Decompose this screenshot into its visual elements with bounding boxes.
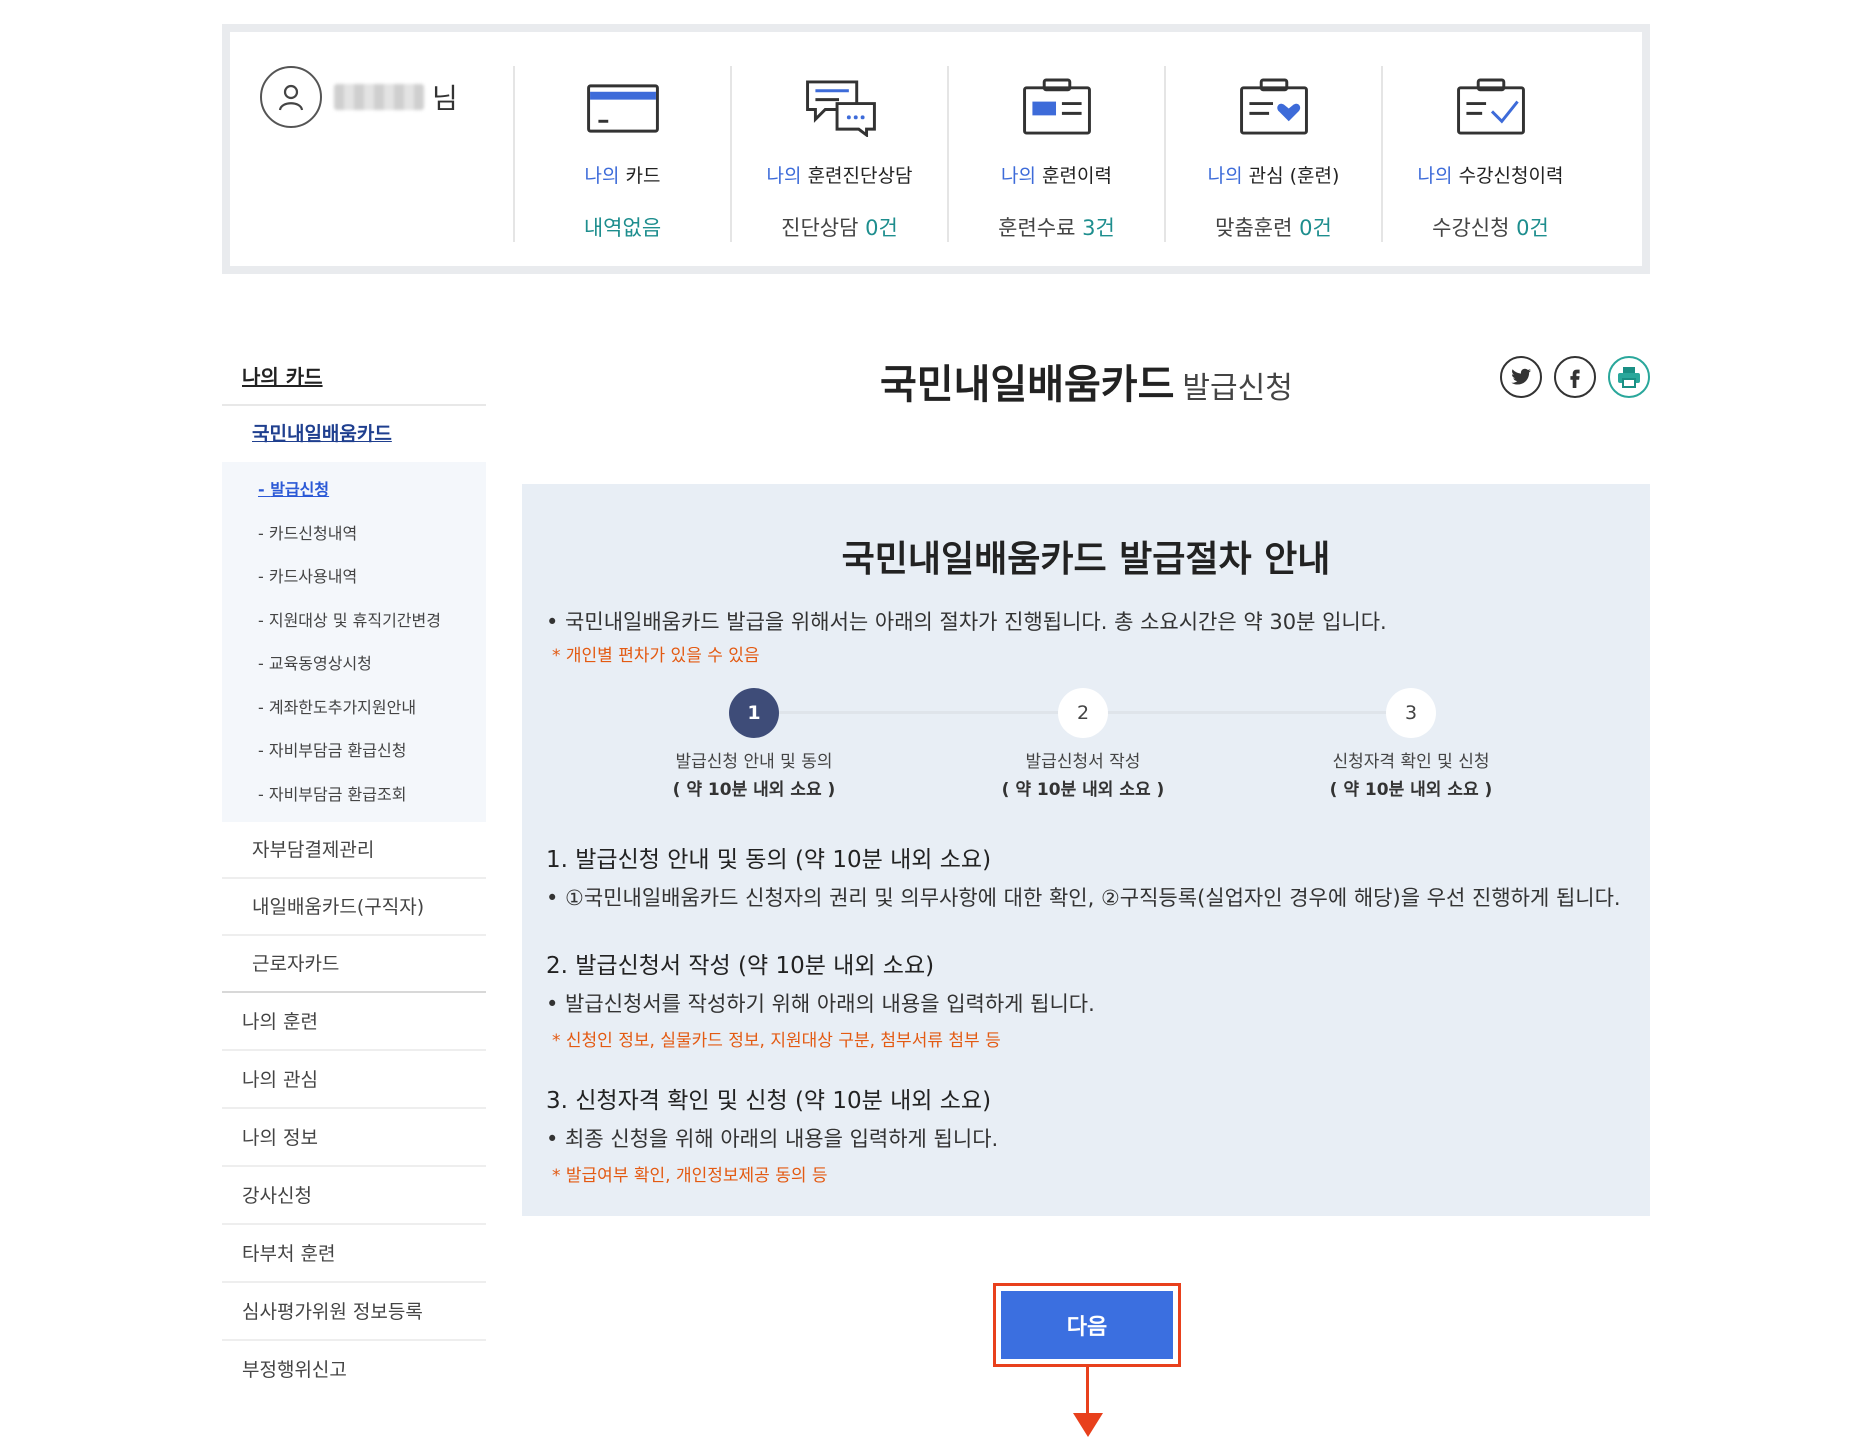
lnb-item-evaluator-register[interactable]: 심사평가위원 정보등록 (222, 1283, 486, 1341)
lnb-item-my-info[interactable]: 나의 정보 (222, 1109, 486, 1167)
annotation-arrow-line (1086, 1367, 1089, 1415)
issue-guide-panel: 국민내일배움카드 발급절차 안내 • 국민내일배움카드 발급을 위해서는 아래의… (522, 484, 1650, 1216)
stat-label: 나의 훈련이력 (1001, 165, 1112, 187)
page-title: 국민내일배움카드 발급신청 (880, 362, 1293, 408)
lnb-item-worker-card[interactable]: 근로자카드 (222, 936, 486, 993)
lnb-item-limit-support[interactable]: - 계좌한도추가지원안내 (258, 686, 486, 730)
lnb-item-issue-apply[interactable]: - 발급신청 (258, 468, 486, 512)
guide-title: 국민내일배움카드 발급절차 안내 (841, 539, 1331, 580)
section-body: • 발급신청서를 작성하기 위해 아래의 내용을 입력하게 됩니다. (546, 992, 1095, 1016)
lnb-item-card-apply-history[interactable]: - 카드신청내역 (258, 512, 486, 556)
guide-section-1: 1. 발급신청 안내 및 동의 (약 10분 내외 소요) • ①국민내일배움카… (546, 840, 1621, 912)
stat-value: 내역없음 (583, 216, 662, 240)
lnb-item-misconduct-report[interactable]: 부정행위신고 (222, 1341, 486, 1399)
stat-value: 진단상담 0건 (781, 216, 898, 240)
user-name-redacted (334, 84, 424, 110)
lnb-item-other-ministry[interactable]: 타부처 훈련 (222, 1225, 486, 1283)
stat-my-card[interactable]: 나의 카드 내역없음 (513, 66, 730, 242)
section-note: * 신청인 정보, 실물카드 정보, 지원대상 구분, 첨부서류 첨부 등 (552, 1031, 1001, 1051)
lnb-item-support-change[interactable]: - 지원대상 및 휴직기간변경 (258, 599, 486, 643)
guide-intro-note: * 개인별 편차가 있을 수 있음 (552, 646, 760, 666)
guide-section-2: 2. 발급신청서 작성 (약 10분 내외 소요) • 발급신청서를 작성하기 … (546, 946, 1095, 1051)
step-3-circle: 3 (1386, 688, 1436, 738)
twitter-icon[interactable] (1500, 356, 1542, 398)
lnb-item-instructor-apply[interactable]: 강사신청 (222, 1167, 486, 1225)
step-1-label: 발급신청 안내 및 동의( 약 10분 내외 소요 ) (672, 752, 836, 800)
lnb-item-self-payment[interactable]: 자부담결제관리 (222, 822, 486, 879)
step-1-circle: 1 (729, 688, 779, 738)
section-note: * 발급여부 확인, 개인정보제공 동의 등 (552, 1166, 828, 1186)
lnb-sub-naeil-card[interactable]: 국민내일배움카드 (222, 406, 486, 462)
card-icon (586, 84, 659, 133)
section-body: • ①국민내일배움카드 신청자의 권리 및 의무사항에 대한 확인, ②구직등록… (546, 886, 1621, 910)
history-icon (1022, 78, 1091, 135)
section-heading: 2. 발급신청서 작성 (약 10분 내외 소요) (546, 953, 935, 979)
stat-enrollment[interactable]: 나의 수강신청이력 수강신청 0건 (1381, 66, 1598, 242)
stat-value: 훈련수료 3건 (998, 216, 1115, 240)
check-folder-icon (1456, 78, 1525, 135)
stat-training-history[interactable]: 나의 훈련이력 훈련수료 3건 (947, 66, 1164, 242)
section-heading: 3. 신청자격 확인 및 신청 (약 10분 내외 소요) (546, 1088, 992, 1114)
print-icon[interactable] (1608, 356, 1650, 398)
stat-label: 나의 훈련진단상담 (766, 165, 913, 187)
guide-section-3: 3. 신청자격 확인 및 신청 (약 10분 내외 소요) • 최종 신청을 위… (546, 1081, 998, 1186)
stat-value: 맞춤훈련 0건 (1215, 216, 1332, 240)
next-button[interactable]: 다음 (1001, 1291, 1173, 1359)
facebook-icon[interactable] (1554, 356, 1596, 398)
my-summary-box: 님 나의 카드 내역없음 나의 훈련진단상담 진단상담 0건 나의 훈련이력 훈… (222, 24, 1650, 274)
lnb-item-card-usage[interactable]: - 카드사용내역 (258, 555, 486, 599)
annotation-arrow-head (1073, 1413, 1103, 1437)
lnb-item-jobseeker-card[interactable]: 내일배움카드(구직자) (222, 879, 486, 936)
stat-label: 나의 카드 (584, 165, 661, 187)
next-button-highlight: 다음 (993, 1283, 1181, 1367)
step-2-circle: 2 (1058, 688, 1108, 738)
stat-training-consult[interactable]: 나의 훈련진단상담 진단상담 0건 (730, 66, 947, 242)
lnb-deep-menu: - 발급신청 - 카드신청내역 - 카드사용내역 - 지원대상 및 휴직기간변경… (222, 462, 486, 822)
lnb-item-refund-inquiry[interactable]: - 자비부담금 환급조회 (258, 773, 486, 817)
lnb-item-edu-video[interactable]: - 교육동영상시청 (258, 642, 486, 686)
lnb-item-my-interest[interactable]: 나의 관심 (222, 1051, 486, 1109)
left-nav: 나의 카드 국민내일배움카드 - 발급신청 - 카드신청내역 - 카드사용내역 … (222, 360, 486, 1399)
lnb-item-refund-apply[interactable]: - 자비부담금 환급신청 (258, 729, 486, 773)
step-2-label: 발급신청서 작성( 약 10분 내외 소요 ) (1001, 752, 1165, 800)
lnb-item-my-training[interactable]: 나의 훈련 (222, 993, 486, 1051)
stat-label: 나의 수강신청이력 (1417, 165, 1564, 187)
user-info: 님 (260, 66, 458, 128)
stat-interest[interactable]: 나의 관심 (훈련) 맞춤훈련 0건 (1164, 66, 1381, 242)
stat-value: 수강신청 0건 (1432, 216, 1549, 240)
chat-icon (805, 80, 876, 137)
user-suffix: 님 (432, 82, 458, 115)
section-body: • 최종 신청을 위해 아래의 내용을 입력하게 됩니다. (546, 1127, 999, 1151)
section-heading: 1. 발급신청 안내 및 동의 (약 10분 내외 소요) (546, 847, 992, 873)
heart-folder-icon (1239, 78, 1308, 135)
step-3-label: 신청자격 확인 및 신청( 약 10분 내외 소요 ) (1329, 752, 1493, 800)
stats-row: 나의 카드 내역없음 나의 훈련진단상담 진단상담 0건 나의 훈련이력 훈련수… (513, 66, 1598, 242)
user-icon (260, 66, 322, 128)
guide-intro: • 국민내일배움카드 발급을 위해서는 아래의 절차가 진행됩니다. 총 소요시… (546, 610, 1387, 634)
share-buttons (1500, 356, 1650, 398)
lnb-title-my-card[interactable]: 나의 카드 (222, 360, 486, 406)
stat-label: 나의 관심 (훈련) (1207, 165, 1340, 187)
